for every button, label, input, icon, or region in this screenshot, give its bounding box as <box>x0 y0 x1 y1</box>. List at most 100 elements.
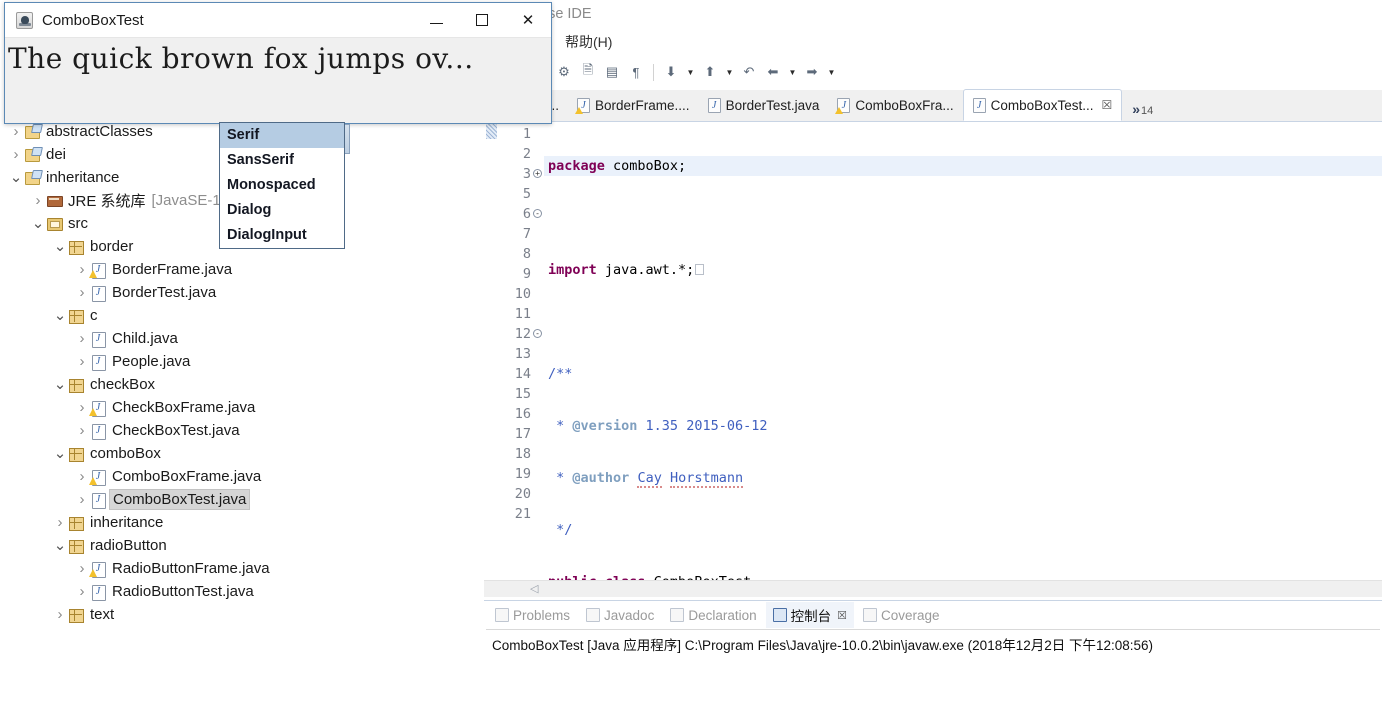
chevron-right-icon[interactable]: › <box>74 468 90 485</box>
java-file-warning-icon <box>89 262 107 279</box>
combobox-test-window[interactable]: ComboBoxTest ✕ The quick brown fox jumps… <box>4 2 552 154</box>
chevron-right-icon[interactable]: › <box>74 422 90 439</box>
editor-tab-overflow-button[interactable]: » 14 <box>1126 101 1159 121</box>
console-tab-0[interactable]: Problems <box>488 605 577 626</box>
tree-item-checkboxtest-java[interactable]: › CheckBoxTest.java <box>0 419 482 442</box>
new-java-class-icon[interactable]: 🗎 <box>577 61 599 83</box>
tree-item-radiobutton[interactable]: ⌄ radioButton <box>0 534 482 557</box>
package-icon <box>68 239 85 255</box>
line-number: 20 <box>514 486 531 502</box>
combobox-option-dialoginput[interactable]: DialogInput <box>220 223 344 248</box>
editor-tab-3[interactable]: ComboBoxFra... <box>828 90 962 121</box>
editor-fold-column[interactable] <box>533 122 544 580</box>
fold-expand-icon[interactable]: + <box>533 169 542 178</box>
tree-item-label: ComboBoxTest.java <box>109 489 251 510</box>
tree-item-combobox[interactable]: ⌄ comboBox <box>0 442 482 465</box>
font-combobox-dropdown-list[interactable]: Serif SansSerif Monospaced Dialog DialogInpu… <box>219 122 345 249</box>
chevron-right-icon[interactable]: › <box>8 146 24 163</box>
back-icon[interactable]: ⬅ <box>762 61 784 83</box>
java-file-icon <box>90 423 107 440</box>
scroll-left-arrow-icon[interactable]: ◁ <box>530 582 538 595</box>
close-button[interactable]: ✕ <box>505 3 551 37</box>
editor-tab-label: BorderTest.java <box>725 98 820 113</box>
previous-annotation-dropdown-icon[interactable]: ▼ <box>723 62 736 82</box>
chevron-right-icon[interactable]: › <box>74 330 90 347</box>
chevron-down-icon[interactable]: ⌄ <box>52 538 68 553</box>
last-edit-location-icon[interactable]: ↶ <box>738 61 760 83</box>
open-type-icon[interactable]: ▤ <box>601 61 623 83</box>
forward-dropdown-icon[interactable]: ▼ <box>825 62 838 82</box>
tree-item-comboboxframe-java[interactable]: › ComboBoxFrame.java <box>0 465 482 488</box>
tree-item-label: ComboBoxFrame.java <box>112 468 262 485</box>
code-editor[interactable]: 1 2 3 + 5 6- 7 8 9 10 11 12- 13 14 15 16 17 18 19 20 21 pack… <box>484 122 1382 580</box>
chevron-down-icon[interactable]: ⌄ <box>52 239 68 254</box>
show-whitespace-icon[interactable]: ¶ <box>625 61 647 83</box>
chevron-right-icon[interactable]: › <box>74 560 90 577</box>
maximize-button[interactable] <box>459 3 505 37</box>
chevron-right-icon[interactable]: › <box>74 353 90 370</box>
chevron-down-icon[interactable]: ⌄ <box>52 308 68 323</box>
warning-overlay-icon <box>89 568 97 577</box>
editor-horizontal-scrollbar[interactable]: ◁ <box>484 580 1382 597</box>
tree-item-c[interactable]: ⌄ c <box>0 304 482 327</box>
editor-tab-4[interactable]: ComboBoxTest... ☒ <box>962 89 1123 121</box>
tree-item-checkbox[interactable]: ⌄ checkBox <box>0 373 482 396</box>
chevron-down-icon[interactable]: ⌄ <box>52 446 68 461</box>
editor-tab-1[interactable]: BorderFrame.... <box>568 90 699 121</box>
console-tab-2[interactable]: Declaration <box>663 605 763 626</box>
back-dropdown-icon[interactable]: ▼ <box>786 62 799 82</box>
swing-title-bar[interactable]: ComboBoxTest ✕ <box>5 3 551 38</box>
chevron-down-icon[interactable]: ⌄ <box>8 170 24 185</box>
java-file-icon <box>707 98 721 113</box>
chevron-down-icon[interactable]: ⌄ <box>52 377 68 392</box>
chevron-right-icon[interactable]: › <box>74 261 90 278</box>
next-annotation-dropdown-icon[interactable]: ▼ <box>684 62 697 82</box>
line-number: 11 <box>514 306 531 322</box>
console-tab-label: Javadoc <box>604 607 655 623</box>
chevron-right-icon[interactable]: › <box>74 491 90 508</box>
chevron-right-icon[interactable]: › <box>74 583 90 600</box>
console-tab-3[interactable]: 控制台 ☒ <box>765 602 854 628</box>
chevron-right-icon[interactable]: › <box>30 192 46 209</box>
tree-item-bordertest-java[interactable]: › BorderTest.java <box>0 281 482 304</box>
console-tab-close-icon[interactable]: ☒ <box>837 609 847 622</box>
editor-code-area[interactable]: package comboBox; import java.awt.*; /**… <box>544 122 1382 580</box>
tree-item-radiobuttontest-java[interactable]: › RadioButtonTest.java <box>0 580 482 603</box>
chevron-down-icon[interactable]: ⌄ <box>30 216 46 231</box>
tree-item-comboboxtest-java[interactable]: › ComboBoxTest.java <box>0 488 482 511</box>
chevron-right-icon[interactable]: › <box>74 284 90 301</box>
java-file-warning-icon <box>835 98 851 114</box>
previous-annotation-icon[interactable]: ⬆ <box>699 61 721 83</box>
javadoc-icon <box>586 608 601 622</box>
console-tab-1[interactable]: Javadoc <box>579 605 661 626</box>
tree-item-label: c <box>90 307 98 324</box>
fold-collapse-icon[interactable]: - <box>533 209 542 218</box>
line-number: 5 <box>522 186 531 202</box>
tree-item-child-java[interactable]: › Child.java <box>0 327 482 350</box>
combobox-option-sansserif[interactable]: SansSerif <box>220 148 344 173</box>
combobox-option-serif[interactable]: Serif <box>220 123 344 148</box>
tree-item-inheritance[interactable]: › inheritance <box>0 511 482 534</box>
chevron-right-icon[interactable]: › <box>74 399 90 416</box>
tree-item-people-java[interactable]: › People.java <box>0 350 482 373</box>
console-tab-4[interactable]: Coverage <box>856 605 947 626</box>
forward-icon[interactable]: ➡ <box>801 61 823 83</box>
tree-item-text[interactable]: › text <box>0 603 482 626</box>
next-annotation-icon[interactable]: ⬇ <box>660 61 682 83</box>
tree-item-checkboxframe-java[interactable]: › CheckBoxFrame.java <box>0 396 482 419</box>
fold-collapse-icon[interactable]: - <box>533 329 542 338</box>
external-tools-icon[interactable]: ⚙ <box>553 61 575 83</box>
minimize-button[interactable] <box>413 3 459 37</box>
chevron-right-icon[interactable]: › <box>52 514 68 531</box>
menu-item-help[interactable]: 帮助(H) <box>565 32 612 52</box>
chevron-right-icon[interactable]: › <box>8 123 24 140</box>
combobox-option-dialog[interactable]: Dialog <box>220 198 344 223</box>
editor-tab-close-icon[interactable]: ☒ <box>1101 98 1112 112</box>
chevron-right-icon[interactable]: › <box>52 606 68 623</box>
tree-item-radiobuttonframe-java[interactable]: › RadioButtonFrame.java <box>0 557 482 580</box>
combobox-option-monospaced[interactable]: Monospaced <box>220 173 344 198</box>
editor-tab-2[interactable]: BorderTest.java <box>699 90 829 121</box>
tree-item-borderframe-java[interactable]: › BorderFrame.java <box>0 258 482 281</box>
package-icon <box>68 377 85 393</box>
line-number: 12- <box>499 324 542 344</box>
